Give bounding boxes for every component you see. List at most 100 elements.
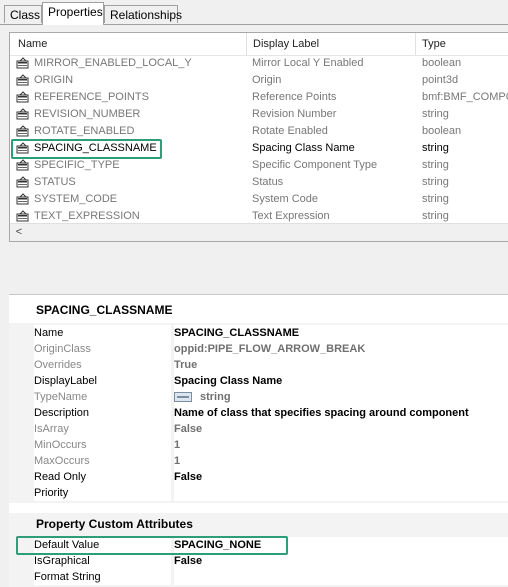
property-icon <box>16 210 29 222</box>
property-label: Name <box>34 325 171 341</box>
list-row[interactable]: SYSTEM_CODE System Code string <box>10 191 508 208</box>
property-label: Priority <box>34 485 171 501</box>
property-value-text: Spacing Class Name <box>174 375 283 387</box>
property-value-text: 1 <box>174 439 181 451</box>
property-row[interactable]: Description Name of class that specifies … <box>9 405 508 421</box>
custom-attribute-value[interactable]: False <box>174 553 508 569</box>
property-value-text: Name of class that specifies spacing aro… <box>174 407 469 419</box>
custom-attribute-row[interactable]: Format String <box>9 569 508 585</box>
property-value-text: oppid:PIPE_FLOW_ARROW_BREAK <box>174 343 366 355</box>
property-row[interactable]: Priority <box>9 485 508 501</box>
list-row[interactable]: REFERENCE_POINTS Reference Points bmf:BMF_… <box>10 89 508 106</box>
property-value[interactable]: 1 <box>174 437 508 453</box>
list-row[interactable]: SPECIFIC_TYPE Specific Component Type stri… <box>10 157 508 174</box>
property-value[interactable]: string <box>174 389 508 405</box>
custom-attribute-label: IsGraphical <box>34 553 171 569</box>
property-row[interactable]: MinOccurs 1 <box>9 437 508 453</box>
tab-properties[interactable]: Properties <box>42 2 104 25</box>
list-header: Name Display Label Type <box>10 33 508 56</box>
property-row[interactable]: Read Only False <box>9 469 508 485</box>
row-type: boolean <box>422 57 462 69</box>
property-value-text: 1 <box>174 455 181 467</box>
property-label: IsArray <box>34 421 171 437</box>
properties-list[interactable]: Name Display Label Type MIRROR_ENABLED_L… <box>9 32 508 242</box>
property-value-text: False <box>174 471 203 483</box>
row-display-label: Spacing Class Name <box>252 142 355 154</box>
custom-attribute-label: Format String <box>34 569 171 585</box>
row-display-label: Mirror Local Y Enabled <box>252 57 364 69</box>
row-display-label: Rotate Enabled <box>252 125 328 137</box>
property-row[interactable]: TypeName string <box>9 389 508 405</box>
property-label: MaxOccurs <box>34 453 171 469</box>
property-row[interactable]: MaxOccurs 1 <box>9 453 508 469</box>
highlight-box-default-value <box>16 536 288 555</box>
type-icon <box>174 392 192 403</box>
property-value[interactable]: Spacing Class Name <box>174 373 508 389</box>
property-label: OriginClass <box>34 341 171 357</box>
property-grid: Name SPACING_CLASSNAME OriginClass oppid:PI… <box>9 323 508 503</box>
property-icon <box>16 193 29 205</box>
property-value[interactable]: Name of class that specifies spacing aro… <box>174 405 508 421</box>
column-header-display-label[interactable]: Display Label <box>247 33 415 55</box>
tab-bar: Class Properties Relationships <box>0 0 508 26</box>
row-name: SYSTEM_CODE <box>34 193 118 205</box>
custom-attributes-title: Property Custom Attributes <box>36 517 193 531</box>
custom-attribute-value[interactable] <box>174 569 508 585</box>
property-row[interactable]: Overrides True <box>9 357 508 373</box>
row-display-label: Revision Number <box>252 108 337 120</box>
property-value-text: False <box>174 423 203 435</box>
property-icon <box>16 108 29 120</box>
row-type: point3d <box>422 74 459 86</box>
property-icon <box>16 91 29 103</box>
tab-relationships[interactable]: Relationships <box>104 5 182 23</box>
scroll-left-arrow-icon[interactable]: < <box>12 224 26 241</box>
property-label: Description <box>34 405 171 421</box>
tab-class[interactable]: Class <box>4 5 42 23</box>
property-value[interactable]: 1 <box>174 453 508 469</box>
row-name: MIRROR_ENABLED_LOCAL_Y <box>34 57 192 69</box>
property-row[interactable]: OriginClass oppid:PIPE_FLOW_ARROW_BREAK <box>9 341 508 357</box>
list-row[interactable]: MIRROR_ENABLED_LOCAL_Y Mirror Local Y Ena… <box>10 55 508 72</box>
list-row[interactable]: STATUS Status string <box>10 174 508 191</box>
row-name: REFERENCE_POINTS <box>34 91 149 103</box>
row-display-label: System Code <box>252 193 319 205</box>
custom-attribute-row[interactable]: IsGraphical False <box>9 553 508 569</box>
property-value[interactable]: oppid:PIPE_FLOW_ARROW_BREAK <box>174 341 508 357</box>
list-row[interactable]: ORIGIN Origin point3d <box>10 72 508 89</box>
row-name: SPECIFIC_TYPE <box>34 159 120 171</box>
property-value[interactable]: True <box>174 357 508 373</box>
row-type: bmf:BMF_COMPO <box>422 91 508 103</box>
column-header-type[interactable]: Type <box>416 33 508 55</box>
custom-attributes-header: Property Custom Attributes <box>9 513 508 535</box>
splitter-area <box>9 242 508 294</box>
row-type: string <box>422 159 449 171</box>
highlight-box-selected-row <box>11 139 162 159</box>
property-value[interactable] <box>174 485 508 501</box>
horizontal-scrollbar[interactable]: < <box>10 223 508 241</box>
row-display-label: Specific Component Type <box>252 159 378 171</box>
property-value-text: True <box>174 359 198 371</box>
property-label: Overrides <box>34 357 171 373</box>
property-value[interactable]: False <box>174 469 508 485</box>
property-icon <box>16 125 29 137</box>
details-title: SPACING_CLASSNAME <box>36 303 173 317</box>
row-type: string <box>422 176 449 188</box>
list-row[interactable]: ROTATE_ENABLED Rotate Enabled boolean <box>10 123 508 140</box>
property-row[interactable]: IsArray False <box>9 421 508 437</box>
property-value[interactable]: False <box>174 421 508 437</box>
list-row[interactable]: REVISION_NUMBER Revision Number string <box>10 106 508 123</box>
property-icon <box>16 74 29 86</box>
property-row[interactable]: DisplayLabel Spacing Class Name <box>9 373 508 389</box>
property-row[interactable]: Name SPACING_CLASSNAME <box>9 325 508 341</box>
property-label: DisplayLabel <box>34 373 171 389</box>
row-display-label: Status <box>252 176 284 188</box>
row-type: string <box>422 108 449 120</box>
row-display-label: Reference Points <box>252 91 337 103</box>
property-label: MinOccurs <box>34 437 171 453</box>
property-value[interactable]: SPACING_CLASSNAME <box>174 325 508 341</box>
property-label: TypeName <box>34 389 171 405</box>
row-name: ORIGIN <box>34 74 74 86</box>
column-header-name[interactable]: Name <box>12 33 247 55</box>
property-value-text: string <box>200 391 231 403</box>
property-icon <box>16 159 29 171</box>
